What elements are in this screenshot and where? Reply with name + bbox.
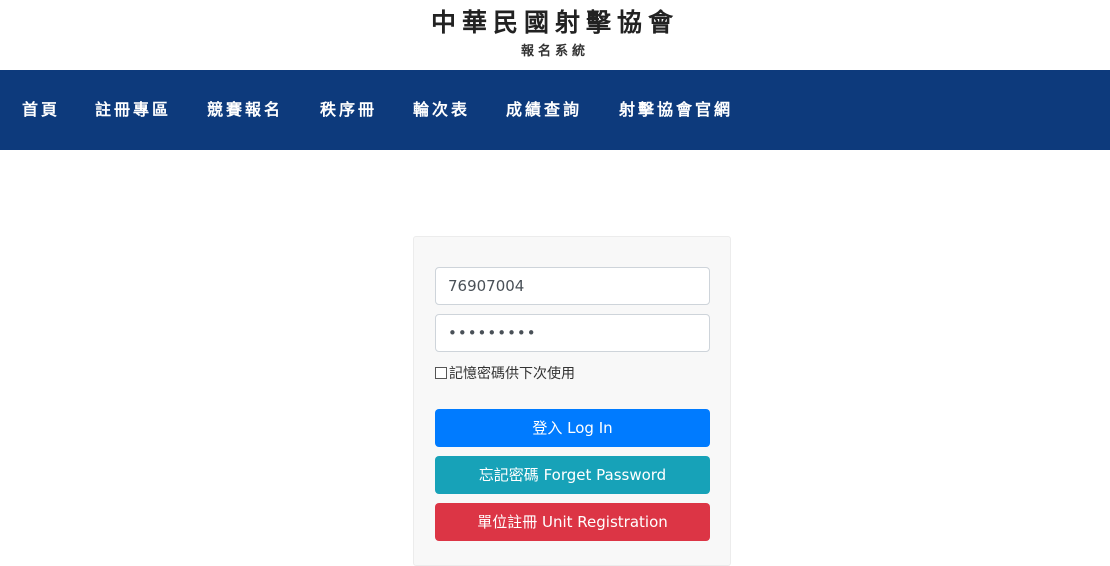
username-input[interactable] bbox=[435, 267, 710, 305]
nav-item-home[interactable]: 首頁 bbox=[22, 70, 60, 150]
nav-item-round-schedule[interactable]: 輪次表 bbox=[413, 70, 470, 150]
login-button[interactable]: 登入 Log In bbox=[435, 409, 710, 447]
nav-item-registration-area[interactable]: 註冊專區 bbox=[95, 70, 171, 150]
nav-item-association-website[interactable]: 射擊協會官網 bbox=[619, 70, 733, 150]
login-card: 記憶密碼供下次使用 登入 Log In 忘記密碼 Forget Password… bbox=[413, 236, 731, 566]
remember-password-checkbox[interactable] bbox=[435, 367, 447, 379]
nav-item-results-query[interactable]: 成績查詢 bbox=[506, 70, 582, 150]
password-input[interactable] bbox=[435, 314, 710, 352]
site-header: 中華民國射擊協會 報名系統 bbox=[0, 0, 1110, 70]
nav-item-program-book[interactable]: 秩序冊 bbox=[320, 70, 377, 150]
remember-password-label: 記憶密碼供下次使用 bbox=[449, 366, 575, 382]
site-subtitle: 報名系統 bbox=[520, 44, 589, 59]
remember-password-row[interactable]: 記憶密碼供下次使用 bbox=[435, 363, 575, 383]
site-title: 中華民國射擊協會 bbox=[430, 8, 679, 37]
unit-registration-button[interactable]: 單位註冊 Unit Registration bbox=[435, 503, 710, 541]
nav-item-competition-signup[interactable]: 競賽報名 bbox=[207, 70, 283, 150]
main-navbar: 首頁 註冊專區 競賽報名 秩序冊 輪次表 成績查詢 射擊協會官網 bbox=[0, 70, 1110, 150]
forget-password-button[interactable]: 忘記密碼 Forget Password bbox=[435, 456, 710, 494]
